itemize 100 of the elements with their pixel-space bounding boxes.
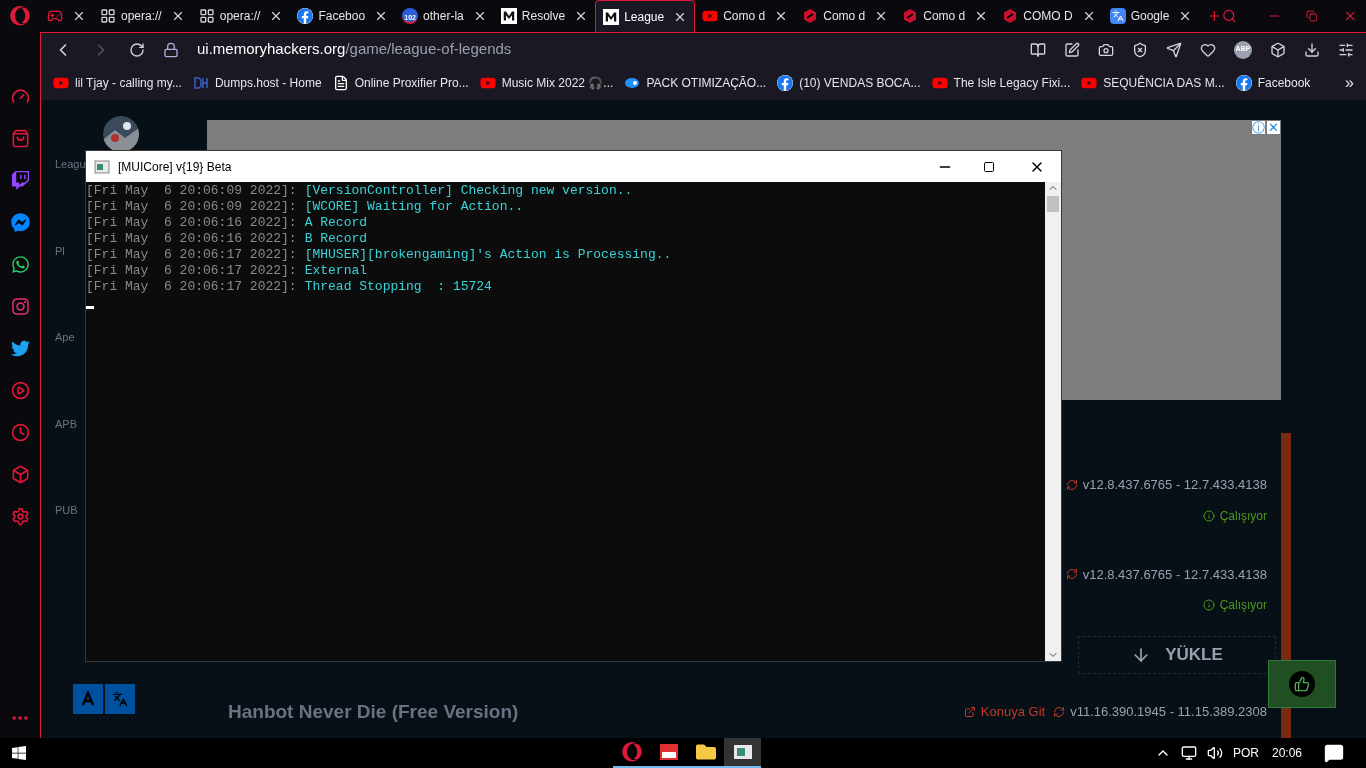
tab-title: Google [1130,8,1170,25]
restore-icon[interactable] [1305,8,1318,24]
log-message: [MHUSER][brokengaming]'s Action is Processing.. [304,247,672,263]
hexagon-logo-icon [802,8,819,24]
clock-icon[interactable] [10,423,30,442]
maximize-icon[interactable] [983,160,995,173]
browser-tab[interactable]: opera:// [93,0,192,32]
facebook-icon [777,75,794,91]
hexagon-logo-icon [1002,8,1019,24]
ad-mark[interactable]: ✕ [1267,121,1280,134]
taskbar-app[interactable] [724,738,761,768]
easy-setup-icon[interactable] [1338,41,1354,58]
log-timestamp: [Fri May 6 20:06:16 2022]: [86,215,297,231]
cursor [86,306,94,309]
send-icon[interactable] [1166,41,1182,58]
game-nav-label[interactable]: Ape [55,329,75,346]
status-text: Çalışıyor [1219,507,1267,525]
clock-text[interactable]: 20:06 [1271,744,1302,762]
status-text: Çalışıyor [1219,597,1267,614]
settings-icon[interactable] [10,507,30,526]
console-window-icon [94,158,110,175]
log-message: B Record [304,231,368,247]
tab-title: League [624,8,665,26]
browser-tab[interactable]: COMO D [995,0,1103,32]
scroll-thumb[interactable] [1047,196,1059,212]
cube-icon[interactable] [1270,41,1286,58]
language-indicator[interactable]: POR [1232,744,1259,762]
info-icon [1202,599,1215,611]
browser-tab[interactable]: opera:// [191,0,291,32]
edit-icon[interactable] [1064,41,1080,58]
browser-tab[interactable]: Como d [795,0,896,32]
network-icon[interactable] [1180,745,1197,761]
ad-mark[interactable]: ⓘ [1252,121,1265,134]
like-button[interactable] [1268,660,1336,708]
version-text: v11.16.390.1945 - 11.15.389.2308 [1070,703,1267,721]
notification-icon[interactable] [1324,743,1344,763]
more-bookmarks-button[interactable]: » [1345,71,1354,95]
browser-tab[interactable]: Como d [695,0,796,32]
tab-title: COMO D [1023,8,1073,25]
m-logo-icon [603,8,620,25]
external-link-icon [963,705,976,718]
tab-title: opera:// [219,8,261,25]
bookmark-item[interactable]: Facebook [1235,74,1311,92]
twitch-icon[interactable] [10,171,30,190]
volume-icon[interactable] [1206,745,1223,761]
dh-logo-icon [192,75,209,91]
messenger-icon[interactable] [10,213,30,232]
instagram-icon[interactable] [10,297,30,316]
gamepad-icon [47,8,63,24]
reader-icon[interactable] [1030,41,1046,58]
file-icon [332,75,349,91]
heart-icon[interactable] [1200,41,1216,58]
play-circle-icon[interactable] [10,381,30,400]
tab-title: Como d [923,8,966,25]
bookmark-item[interactable]: The Isle Legacy Fixi... [931,74,1071,92]
tab-title: Faceboo [318,8,366,25]
hexagon-logo-icon [902,8,919,24]
tab-title: Resolve [521,8,566,25]
refresh-icon [1065,478,1078,491]
log-message: External [304,263,368,279]
bookmark-item[interactable]: SEQUÊNCIA DAS M... [1081,74,1225,92]
gauge-icon[interactable] [10,87,30,106]
browser-tab[interactable]: Faceboo [290,0,396,32]
facebook-icon [297,8,314,24]
bookmark-item[interactable]: lil Tjay - calling my... [53,74,182,92]
shield-icon[interactable] [1132,41,1148,58]
address-field[interactable]: ui.memoryhackers.org/game/league-of-legends [197,38,1012,61]
browser-tab[interactable]: Resolve [493,0,596,32]
camera-icon[interactable] [1098,41,1114,58]
game-nav-label[interactable]: Pl [55,242,65,259]
opera-logo-icon[interactable] [10,6,30,26]
topic-link[interactable]: Konuya Git [980,702,1046,722]
thumbs-up-icon [1294,676,1310,692]
browser-tab[interactable]: Google [1102,0,1200,32]
browser-tab[interactable]: Como d [895,0,996,32]
browser-tab[interactable]: League [595,0,696,32]
game-nav-label[interactable]: Leagu [55,156,86,173]
grid-icon [100,8,116,24]
bag-icon[interactable] [10,129,30,148]
reload-icon[interactable] [129,41,145,58]
grid-icon [198,8,215,24]
twitter-icon[interactable] [10,339,30,358]
log-timestamp: [Fri May 6 20:06:17 2022]: [86,279,297,295]
log-message: Thread Stopping : 15724 [304,279,492,295]
bookmark-item[interactable]: PACK OTIMIZAÇÃO... [624,74,767,92]
close-icon[interactable] [72,9,86,23]
game-nav-label[interactable]: APB [55,415,77,432]
product-title[interactable]: Hanbot Never Die (Free Version) [228,697,519,726]
download-icon[interactable] [1304,41,1320,58]
bookmark-item[interactable]: Dumps.host - Home [192,74,322,92]
m-logo-icon [500,8,517,24]
whatsapp-icon[interactable] [10,255,30,274]
log-timestamp: [Fri May 6 20:06:09 2022]: [86,199,297,215]
game-nav-label[interactable]: PUB [55,502,78,519]
bookmark-item[interactable]: (10) VENDAS BOCA... [777,74,921,92]
translate-icon[interactable] [73,684,135,714]
bookmark-item[interactable]: Music Mix 2022 🎧... [479,74,614,92]
bookmark-item[interactable]: Online Proxifier Pro... [332,74,469,92]
play-logo-icon [931,75,948,91]
start-icon[interactable] [11,745,27,761]
